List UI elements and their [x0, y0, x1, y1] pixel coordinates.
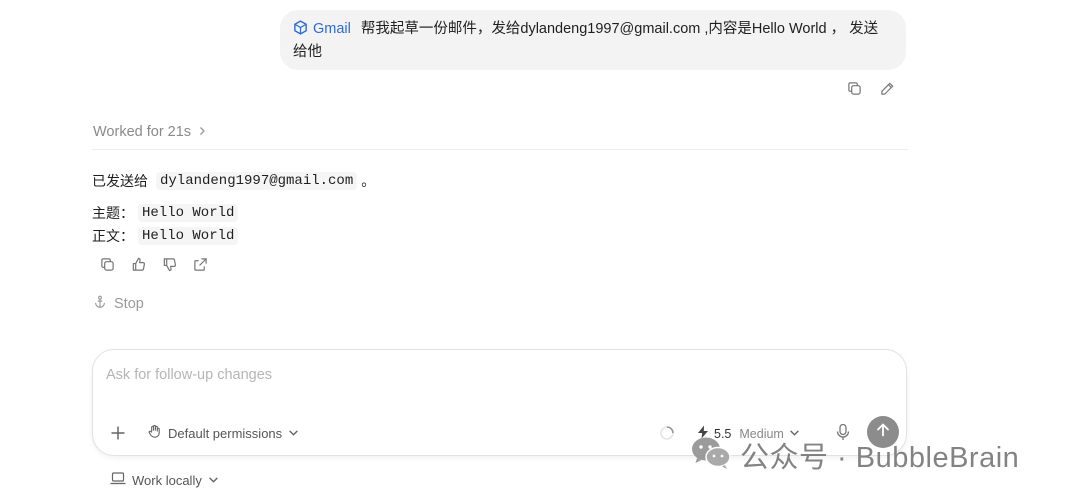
share-icon[interactable]	[191, 255, 209, 273]
watermark: 公众号 · BubbleBrain	[690, 434, 1019, 476]
sent-prefix: 已发送给	[92, 173, 148, 189]
gmail-connector-icon	[293, 20, 308, 42]
copy-response-icon[interactable]	[98, 255, 116, 273]
work-locally-label: Work locally	[132, 472, 202, 488]
subject-label: 主题：	[92, 205, 134, 221]
user-message-bubble: Gmail 帮我起草一份邮件，发给dylandeng1997@gmail.com …	[280, 10, 906, 70]
edit-message-icon[interactable]	[877, 78, 897, 98]
stop-button[interactable]: Stop	[93, 295, 144, 313]
sent-confirmation: 已发送给 dylandeng1997@gmail.com 。	[92, 171, 375, 191]
worked-duration-toggle[interactable]: Worked for 21s	[93, 124, 207, 140]
chevron-right-icon	[197, 124, 207, 140]
response-actions	[98, 255, 209, 273]
stop-label: Stop	[114, 296, 144, 312]
watermark-text: 公众号 · BubbleBrain	[740, 442, 1020, 474]
thumbs-up-icon[interactable]	[129, 255, 147, 273]
divider	[92, 149, 908, 150]
add-attachment-icon[interactable]	[107, 422, 129, 444]
wechat-icon	[690, 435, 732, 476]
chevron-down-icon	[288, 426, 299, 441]
body-value: Hello World	[138, 227, 239, 245]
copy-message-icon[interactable]	[844, 78, 864, 98]
thumbs-down-icon[interactable]	[160, 255, 178, 273]
chevron-down-icon	[208, 473, 219, 488]
anchor-icon	[93, 295, 107, 313]
laptop-icon	[110, 472, 126, 488]
follow-up-input[interactable]: Ask for follow-up changes	[106, 367, 272, 383]
permissions-dropdown[interactable]: Default permissions	[147, 424, 299, 442]
subject-line: 主题： Hello World	[92, 203, 242, 223]
worked-duration-label: Worked for 21s	[93, 124, 192, 140]
work-locally-dropdown[interactable]: Work locally	[110, 472, 219, 488]
subject-value: Hello World	[138, 204, 239, 222]
body-line: 正文： Hello World	[92, 226, 242, 246]
loading-spinner-icon	[659, 425, 675, 446]
gmail-tag[interactable]: Gmail	[313, 21, 351, 37]
sent-suffix: 。	[361, 173, 376, 189]
hand-icon	[147, 424, 162, 442]
recipient-email: dylandeng1997@gmail.com	[156, 172, 358, 190]
body-label: 正文：	[92, 228, 134, 244]
permissions-label: Default permissions	[168, 425, 283, 441]
user-message-text: 帮我起草一份邮件，发给dylandeng1997@gmail.com ,内容是H…	[293, 21, 879, 60]
